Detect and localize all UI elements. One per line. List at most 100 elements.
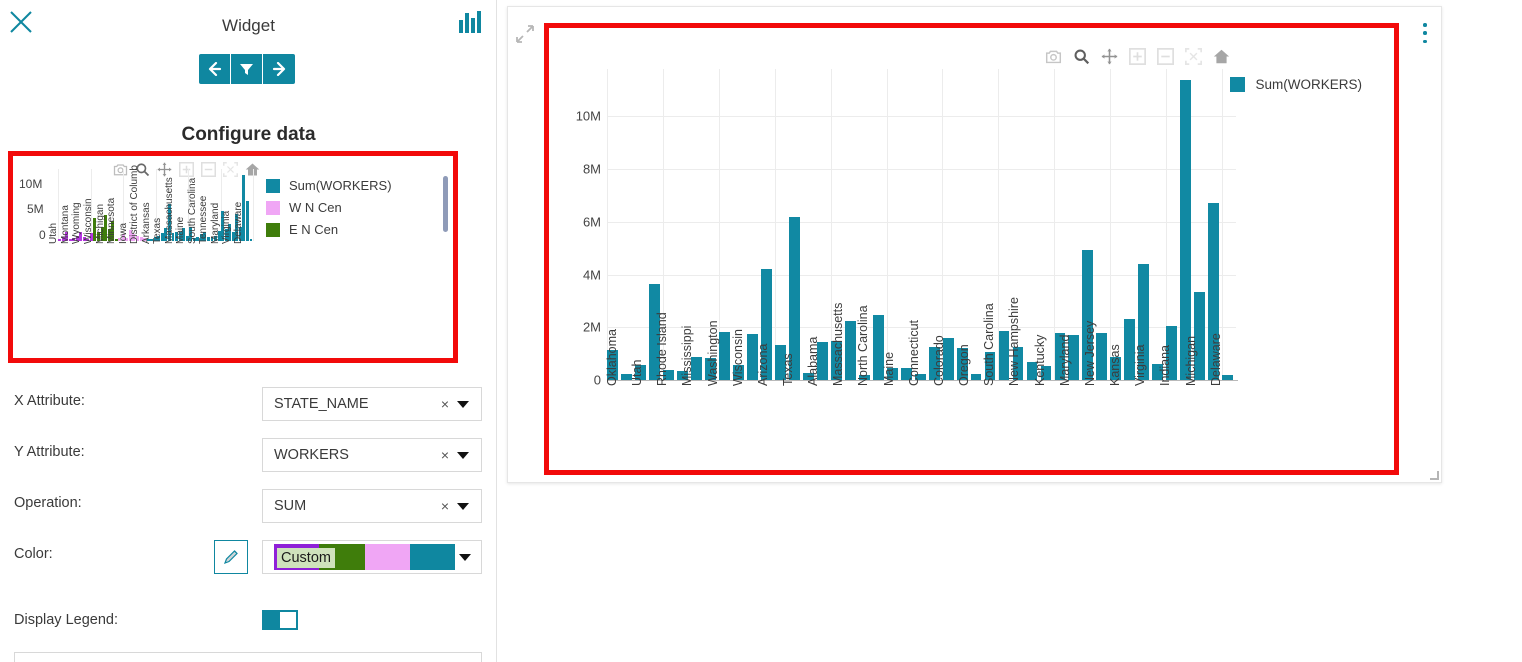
toggle-knob [280, 612, 296, 628]
edit-color-button[interactable] [214, 540, 248, 574]
display-legend-toggle[interactable] [262, 610, 298, 630]
y-attribute-value: WORKERS [274, 447, 349, 463]
preview-ytick-5m: 5M [27, 202, 44, 216]
chart-widget-card: Sum(WORKERS) 0 2M 4M 6M 8M 10M Oklahoma Utah Rh… [507, 6, 1442, 483]
bar[interactable] [245, 200, 249, 241]
chart-modebar [1045, 48, 1230, 65]
x-axis-tick-label: Kentucky [1032, 334, 1047, 386]
y-attribute-label: Y Attribute: [14, 444, 85, 460]
x-attribute-clear-icon[interactable]: × [435, 396, 455, 412]
operation-row: Operation: SUM × [0, 489, 496, 523]
preview-legend: Sum(WORKERS) W N Cen E N Cen [266, 178, 392, 244]
x-axis-tick-label: Delaware [1208, 333, 1223, 386]
resize-handle[interactable] [1430, 471, 1439, 480]
x-axis-tick-label: New Jersey [1082, 320, 1097, 386]
chevron-down-icon[interactable] [457, 502, 469, 510]
dashboard-area: Sum(WORKERS) 0 2M 4M 6M 8M 10M Oklahoma Utah Rh… [498, 0, 1522, 662]
display-legend-row: Display Legend: [0, 606, 496, 640]
x-axis-tick-label: Maryland [1057, 334, 1072, 386]
x-axis-tick-label: District of Columb [129, 165, 141, 244]
home-icon[interactable] [1213, 48, 1230, 65]
bar[interactable] [249, 239, 253, 241]
y-attribute-row: Y Attribute: WORKERS × [0, 438, 496, 472]
configure-data-heading: Configure data [181, 124, 316, 145]
main-chart[interactable]: Sum(WORKERS) 0 2M 4M 6M 8M 10M Oklahoma Utah Rh… [544, 23, 1399, 475]
operation-value: SUM [274, 498, 307, 514]
custom-color-label: Custom [277, 548, 335, 568]
kebab-menu-icon[interactable] [1417, 23, 1433, 43]
x-axis-tick-label: Arkansas [140, 202, 152, 244]
legend-swatch [266, 222, 280, 237]
x-axis-tick-label: Utah [48, 222, 60, 244]
x-axis-tick-label: Maine [175, 216, 187, 244]
bar-series [607, 69, 1236, 380]
y-attribute-select[interactable]: WORKERS × [262, 438, 482, 472]
gridline [253, 169, 254, 241]
x-axis-tick-label: Tennessee [198, 195, 210, 244]
color-ramp-select[interactable]: Custom [262, 540, 482, 574]
menu-dot [1423, 31, 1427, 35]
bar-chart-icon[interactable] [458, 10, 484, 34]
widget-config-panel: Widget Configure data 10M 5M 0 Utah Mont… [0, 0, 497, 662]
legend-swatch [266, 178, 280, 193]
x-axis-tick-label: New Hampshire [1007, 297, 1022, 386]
y-axis-tick-label: 6M [582, 214, 601, 230]
chevron-down-icon[interactable] [457, 400, 469, 408]
zoom-out-icon[interactable] [1157, 48, 1174, 65]
chevron-down-icon[interactable] [459, 553, 471, 561]
x-axis-tick-label: Maryland [209, 202, 221, 244]
zoom-icon[interactable] [1073, 48, 1090, 65]
bar[interactable] [844, 320, 856, 380]
x-axis-tick-label: Delaware [232, 201, 244, 244]
color-swatch [364, 544, 410, 570]
x-attribute-label: X Attribute: [14, 393, 85, 409]
y-axis-tick-label: 8M [582, 161, 601, 177]
x-attribute-value: STATE_NAME [274, 396, 369, 412]
chart-preview[interactable]: 10M 5M 0 Utah Montana Wyoming Wisconsin Mich… [8, 151, 458, 363]
x-axis-tick-label: Texas [781, 353, 795, 386]
operation-clear-icon[interactable]: × [435, 498, 455, 514]
x-axis-tick-label: Virginia [1133, 344, 1148, 386]
x-attribute-select[interactable]: STATE_NAME × [262, 387, 482, 421]
legend-item[interactable]: W N Cen [266, 200, 392, 215]
zoom-in-icon[interactable] [1129, 48, 1146, 65]
forward-button[interactable] [263, 54, 295, 84]
x-axis-tick-label: North Carolina [856, 305, 871, 386]
color-label: Color: [14, 546, 53, 562]
autoscale-icon[interactable] [1185, 48, 1202, 65]
x-axis-tick-label: Colorado [931, 335, 946, 386]
x-axis-tick-label: Wyoming [71, 202, 83, 244]
filter-button[interactable] [231, 54, 263, 84]
bar[interactable] [718, 331, 730, 380]
widget-nav-buttons [199, 54, 295, 84]
y-axis-tick-label: 10M [575, 108, 601, 124]
x-axis-tick-label: Minnesota [106, 197, 118, 244]
x-attribute-row: X Attribute: STATE_NAME × [0, 387, 496, 421]
x-axis-tick-label: Alabama [806, 336, 821, 386]
display-legend-label: Display Legend: [14, 612, 118, 628]
preview-legend-scrollbar[interactable] [443, 176, 448, 232]
back-button[interactable] [199, 54, 231, 84]
legend-item[interactable]: Sum(WORKERS) [266, 178, 392, 193]
y-attribute-clear-icon[interactable]: × [435, 447, 455, 463]
next-field-stub[interactable] [14, 652, 482, 662]
operation-select[interactable]: SUM × [262, 489, 482, 523]
color-ramp-strip: Custom [274, 544, 455, 570]
expand-icon[interactable] [516, 25, 534, 43]
color-swatch [409, 544, 455, 570]
preview-x-tick-labels: Utah Montana Wyoming Wisconsin Michigan Minne… [48, 165, 268, 354]
chevron-down-icon[interactable] [457, 451, 469, 459]
operation-label: Operation: [14, 495, 82, 511]
x-axis-tick-label: Wisconsin [730, 329, 745, 386]
chart-legend[interactable]: Sum(WORKERS) [1230, 77, 1362, 92]
x-axis-tick-label: Washington [705, 320, 720, 386]
bar[interactable] [1096, 333, 1108, 380]
arrow-right-icon [272, 62, 286, 76]
x-axis-tick-label: Texas [152, 217, 164, 244]
pan-icon[interactable] [1101, 48, 1118, 65]
bar[interactable] [1180, 79, 1192, 380]
y-axis-tick-label: 4M [582, 267, 601, 283]
camera-icon[interactable] [1045, 48, 1062, 65]
legend-item[interactable]: E N Cen [266, 222, 392, 237]
legend-label: Sum(WORKERS) [289, 178, 392, 193]
